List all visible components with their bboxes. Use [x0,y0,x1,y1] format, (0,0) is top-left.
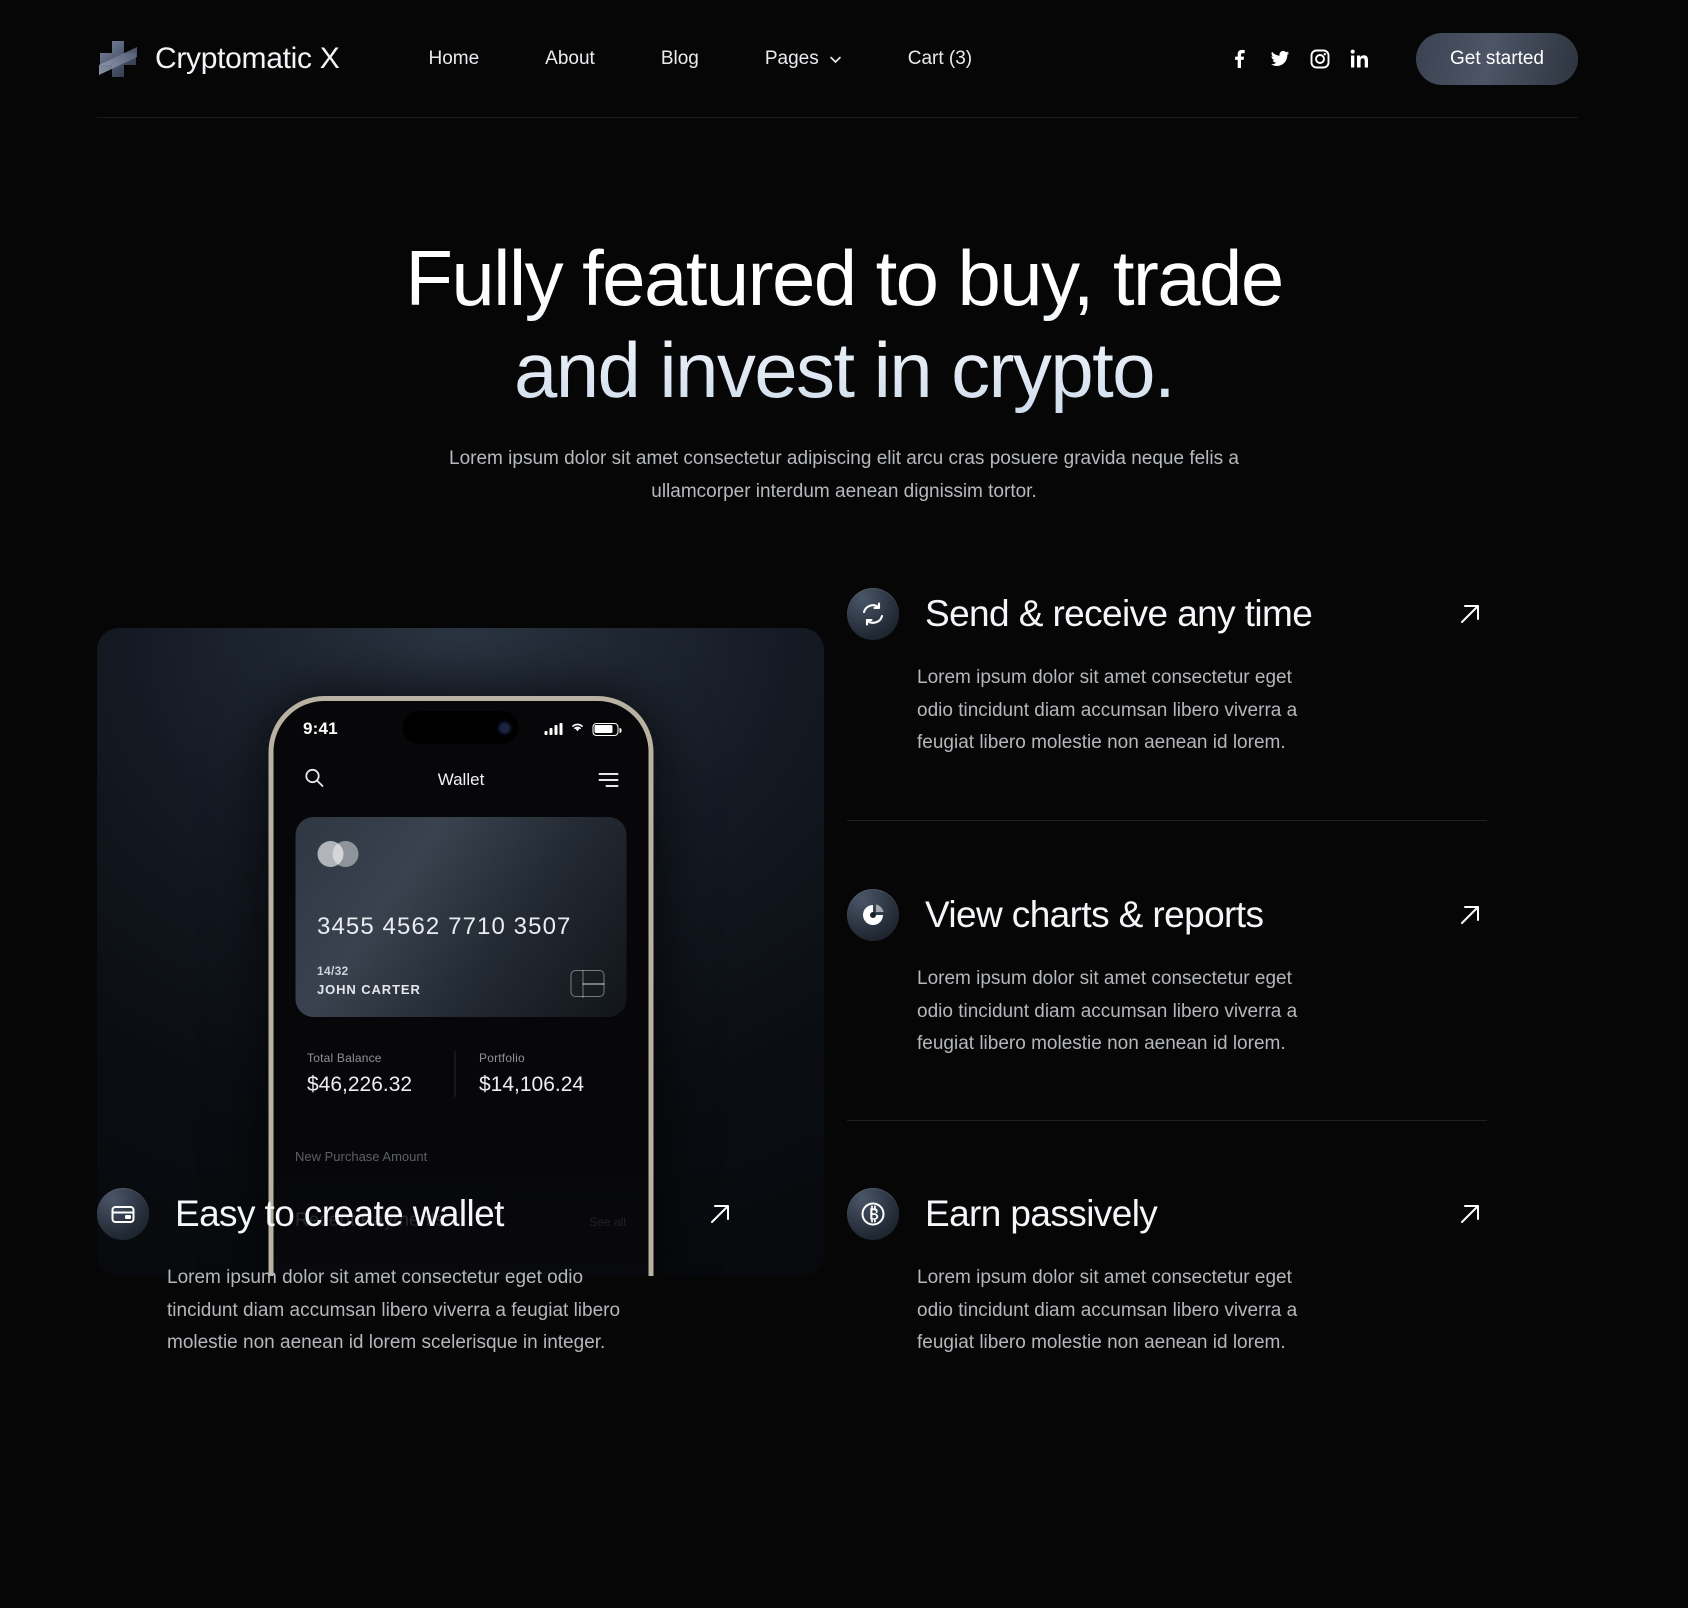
arrow-up-right-icon[interactable] [703,1197,737,1231]
wifi-icon [569,720,585,738]
card-holder-name: JOHN CARTER [317,982,421,997]
feature-divider [847,820,1487,821]
nav-link-cart[interactable]: Cart (3) [875,48,1005,70]
feature-body: Lorem ipsum dolor sit amet consectetur e… [917,667,1298,754]
camera-lens-icon [499,722,510,733]
wallet-app-bar: Wallet [273,751,648,811]
card-chip-icon [570,969,605,998]
arrow-up-right-icon[interactable] [1453,898,1487,932]
nav-link-about[interactable]: About [512,48,628,70]
feature-earn-passively: Earn passively Lorem ipsum dolor sit ame… [847,1188,1487,1360]
logo-cross-slash-icon [97,38,139,80]
feature-header: Easy to create wallet [97,1188,737,1240]
feature-body: Lorem ipsum dolor sit amet consectetur e… [917,1267,1298,1354]
nav-link-home-label: Home [428,47,480,69]
feature-create-wallet: Easy to create wallet Lorem ipsum dolor … [97,1188,737,1360]
get-started-button[interactable]: Get started [1416,32,1578,85]
wallet-icon [97,1188,149,1240]
status-time: 9:41 [303,719,338,738]
arrow-up-right-icon[interactable] [1453,1197,1487,1231]
page-title: Fully featured to buy, trade and invest … [0,232,1688,416]
nav-links: Home About Blog Pages Cart (3) [395,48,1005,70]
hero-section: Fully featured to buy, trade and invest … [0,232,1688,509]
feature-divider [847,1120,1487,1121]
stat-label: Portfolio [479,1051,525,1065]
hero-subtitle: Lorem ipsum dolor sit amet consectetur a… [449,448,1239,503]
card-expiry: 14/32 [317,964,349,978]
feature-body: Lorem ipsum dolor sit amet consectetur e… [917,968,1298,1055]
feature-charts-reports: View charts & reports Lorem ipsum dolor … [847,889,1487,1061]
nav-right-group: Get started [1220,32,1578,85]
pie-chart-icon [847,889,899,941]
stat-value: $14,106.24 [479,1073,585,1096]
hero-heading-line2: and invest in crypto. [513,326,1175,415]
card-details: 14/32 JOHN CARTER [317,964,421,997]
wallet-title: Wallet [437,770,485,789]
instagram-icon[interactable] [1300,39,1340,79]
stat-label: Total Balance [307,1051,382,1065]
sync-refresh-icon [847,588,899,640]
new-purchase-amount-label: New Purchase Amount [295,1149,428,1164]
feature-body: Lorem ipsum dolor sit amet consectetur e… [167,1267,621,1354]
card-number: 3455 4562 7710 3507 [317,913,572,940]
nav-link-pages[interactable]: Pages [732,48,875,70]
feature-title: View charts & reports [925,894,1264,935]
social-links [1220,39,1380,79]
phone-status-bar: 9:41 [273,701,648,751]
arrow-up-right-icon[interactable] [1453,597,1487,631]
feature-header: View charts & reports [847,889,1487,941]
brand-logo[interactable]: Cryptomatic X [97,38,340,80]
wallet-stats: Total Balance $46,226.32 Portfolio $14,1… [295,1051,626,1097]
nav-link-cart-label: Cart (3) [907,47,973,69]
bitcoin-icon [847,1188,899,1240]
facebook-icon[interactable] [1220,39,1260,79]
dynamic-island [402,711,519,744]
feature-title: Earn passively [925,1193,1158,1234]
feature-header: Send & receive any time [847,588,1487,640]
phone-mockup-panel: 9:41 Wallet 3455 4562 7710 3507 14/32 JO… [97,628,824,1276]
top-navigation-bar: Cryptomatic X Home About Blog Pages Cart… [97,0,1578,118]
linkedin-icon[interactable] [1340,39,1380,79]
search-icon[interactable] [303,767,324,793]
stat-total-balance: Total Balance $46,226.32 [295,1051,454,1097]
hamburger-icon[interactable] [598,773,618,787]
stat-value: $46,226.32 [307,1073,413,1096]
hero-heading-line1: Fully featured to buy, trade [405,234,1283,322]
credit-card: 3455 4562 7710 3507 14/32 JOHN CARTER [295,817,626,1017]
nav-link-blog-label: Blog [660,47,699,69]
feature-title: Send & receive any time [925,593,1313,634]
battery-icon [592,722,621,736]
feature-send-receive: Send & receive any time Lorem ipsum dolo… [847,588,1487,760]
landing-page: Cryptomatic X Home About Blog Pages Cart… [0,0,1688,1608]
chevron-down-icon [829,50,842,63]
nav-link-home[interactable]: Home [395,48,512,70]
brand-name: Cryptomatic X [155,41,340,75]
card-brand-icon [317,841,604,867]
feature-title: Easy to create wallet [175,1193,504,1234]
nav-link-pages-label: Pages [764,47,819,69]
status-indicators [544,720,621,738]
nav-link-about-label: About [545,47,595,69]
signal-bars-icon [544,723,562,735]
nav-link-blog[interactable]: Blog [628,48,732,70]
twitter-icon[interactable] [1260,39,1300,79]
feature-header: Earn passively [847,1188,1487,1240]
stat-portfolio: Portfolio $14,106.24 [454,1051,626,1097]
